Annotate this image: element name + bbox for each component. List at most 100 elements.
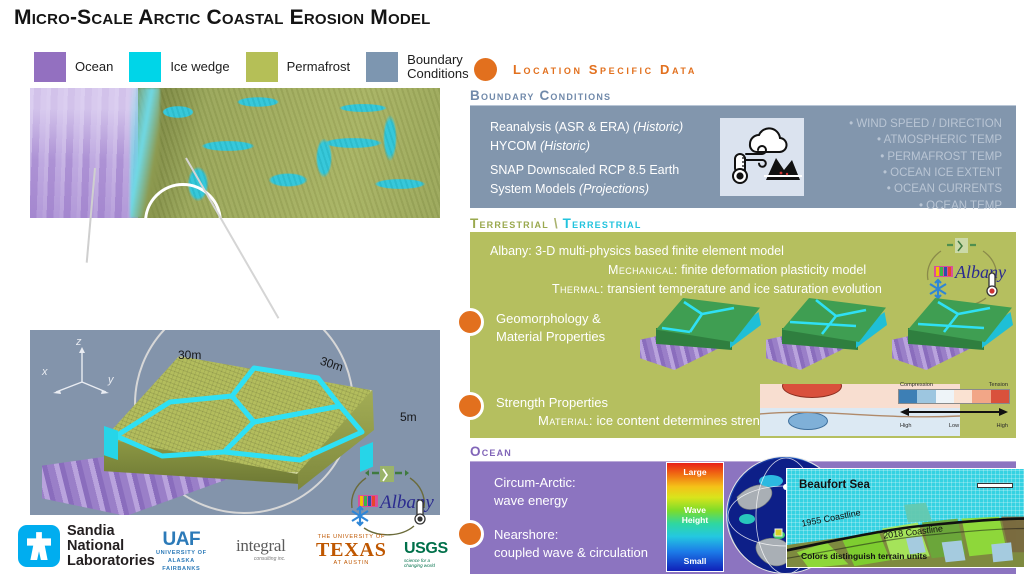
sponsor-logos: Sandia National Laboratories UAF UNIVERS…: [18, 523, 448, 576]
bc-line-2-em: (Historic): [540, 139, 590, 154]
legend-label-ice-wedge: Ice wedge: [170, 58, 230, 74]
usgs-main: USGS: [404, 540, 448, 557]
uaf-main: UAF: [162, 529, 201, 550]
wave-colorbar-label-large: Large: [683, 467, 707, 477]
page-title: Micro-Scale Arctic Coastal Erosion Model: [14, 6, 431, 29]
block-3-polygons: [917, 300, 991, 333]
legend-label-permafrost: Permafrost: [286, 58, 351, 74]
wave-colorbar-label-middle: Wave Height: [681, 505, 709, 525]
right-column: Location Specific Data Boundary Conditio…: [456, 0, 1024, 582]
wave-colorbar-label-small: Small: [683, 556, 707, 566]
colorbar-titles: Compression Tension: [898, 382, 1010, 389]
ice-wedge-polygon-network: [113, 365, 365, 463]
circum-arctic-label: Circum-Arctic: wave energy: [494, 474, 576, 509]
cloud-wind-icon: [741, 127, 788, 168]
legend-label-boundary-conditions: Boundary Conditions: [407, 51, 469, 81]
axis-label-z: z: [76, 336, 82, 348]
logo-texas: THE UNIVERSITY OF TEXAS AT AUSTIN: [316, 534, 387, 566]
uaf-sub-1: UNIVERSITY OF: [156, 550, 207, 556]
legend-swatch-boundary-conditions: [366, 52, 399, 82]
thermometer-icon: [732, 153, 748, 184]
colorbar-swatch-3: [935, 390, 954, 403]
strength-properties-label: Strength Properties Material: ice conten…: [496, 394, 778, 430]
colorbar-title-tension: Tension: [988, 382, 1008, 388]
bc-line-2: HYCOM (Historic): [490, 137, 735, 156]
colorbar-label-right: High: [996, 423, 1008, 429]
beaufort-sea-inset: Beaufort Sea 1955 Coastline 2018 Coastli…: [786, 468, 1024, 568]
bc-bullet-1: • WIND SPEED / DIRECTION: [849, 118, 1002, 130]
mechanical-label: Mechanical:: [608, 263, 678, 277]
bc-bullet-4: • OCEAN ICE EXTENT: [882, 166, 1002, 179]
sandia-mark-icon: [18, 525, 60, 568]
snowflake-icon: [351, 505, 369, 527]
bc-line-4: System Models (Projections): [490, 180, 735, 199]
logo-usgs: USGS science for a changing world: [404, 540, 448, 568]
sandia-line-2: National: [67, 537, 125, 554]
terrestrial-header-1: Terrestrial: [470, 216, 549, 231]
legend-item-ice-wedge: Ice wedge: [129, 52, 230, 82]
bullet-dot-geomorphology: [456, 308, 484, 336]
legend-item-ocean: Ocean: [34, 52, 113, 82]
material-label: Material:: [538, 413, 593, 429]
colorbar-label-left: High: [900, 423, 912, 429]
dimension-label-top-left: 30m: [178, 348, 202, 362]
thermometer-icon: [986, 272, 998, 297]
bc-line-1-em: (Historic): [633, 120, 684, 134]
terrestrial-header-separator: \: [553, 216, 558, 231]
block-1-polygons: [661, 300, 735, 334]
strength-properties-title: Strength Properties: [496, 395, 609, 410]
bc-line-1-text: Reanalysis (ASR & ERA): [490, 120, 634, 134]
colorbar-swatches: [898, 389, 1010, 404]
deformation-icon: [365, 466, 409, 482]
boundary-conditions-variables: • WIND SPEED / DIRECTION • ATMOSPHERIC T…: [787, 116, 1002, 214]
circum-arctic-line-1: Circum-Arctic:: [494, 475, 576, 490]
mechanical-line: Mechanical: finite deformation plasticit…: [490, 261, 910, 280]
bc-line-4-text: System Models: [490, 182, 579, 197]
location-specific-data-header: Location Specific Data: [474, 58, 697, 81]
bc-line-1: Reanalysis (ASR & ERA) (Historic): [490, 118, 735, 137]
geomorphology-block-2: [766, 298, 887, 372]
wave-height-colorbar: Large Wave Height Small: [666, 462, 724, 572]
colorbar-swatch-4: [953, 390, 973, 403]
geomorphology-label: Geomorphology & Material Properties: [496, 310, 605, 345]
location-specific-data-title: Location Specific Data: [513, 62, 697, 77]
beaufort-sea-title: Beaufort Sea: [799, 479, 870, 491]
terrestrial-header-2: Terrestrial: [562, 216, 642, 231]
axis-label-x: x: [42, 366, 48, 378]
terrestrial-model-description: Albany: 3-D multi-physics based finite e…: [490, 242, 910, 299]
block-ice-wedge-left: [104, 426, 118, 460]
integral-main: integral: [236, 536, 286, 555]
boundary-conditions-panel: Reanalysis (ASR & ERA) (Historic) HYCOM …: [470, 106, 1016, 212]
section-header-ocean: Ocean: [470, 444, 1016, 462]
map-scale-bar: [977, 483, 1013, 488]
bc-line-3-text: SNAP Downscaled RCP 8.5 Earth: [490, 162, 680, 177]
block-2-polygons: [789, 298, 867, 335]
logo-integral: integral consulting inc.: [236, 536, 286, 562]
mechanical-text: finite deformation plasticity model: [681, 263, 867, 277]
ocean-panel: Circum-Arctic: wave energy Nearshore: co…: [470, 456, 1024, 574]
uaf-sub-3: FAIRBANKS: [162, 566, 201, 573]
terrain-units-note: Colors distinguish terrain units: [801, 551, 928, 561]
bullet-dot-icon: [474, 58, 497, 81]
colorbar-swatch-5: [972, 390, 991, 403]
colorbar-swatch-2: [917, 390, 936, 403]
sandia-line-1: Sandia: [67, 523, 115, 539]
legend-label-ocean: Ocean: [75, 58, 114, 74]
bc-line-4-em: (Projections): [578, 182, 650, 197]
geomorphology-block-series: [640, 298, 1016, 384]
thermal-text: transient temperature and ice saturation…: [607, 282, 882, 296]
nearshore-line-1: Nearshore:: [494, 527, 559, 542]
dimension-label-depth: 5m: [400, 410, 417, 424]
thermal-line: Thermal: transient temperature and ice s…: [490, 280, 910, 299]
colorbar-swatch-6: [990, 390, 1009, 403]
thermometer-icon: [414, 499, 426, 525]
colorbar-title-compression: Compression: [900, 382, 933, 388]
geomorphology-line-2: Material Properties: [496, 328, 606, 344]
deformation-icon: [947, 238, 976, 253]
stress-colorbar: Compression Tension High Low High: [898, 382, 1010, 432]
poster-root: Micro-Scale Arctic Coastal Erosion Model…: [0, 0, 1024, 582]
sandia-line-3: Laboratories: [67, 552, 155, 569]
legend-item-permafrost: Permafrost: [245, 52, 351, 82]
legend-item-boundary-conditions: Boundary Conditions: [366, 51, 469, 82]
bc-bullet-6: • OCEAN TEMP: [918, 199, 1002, 212]
